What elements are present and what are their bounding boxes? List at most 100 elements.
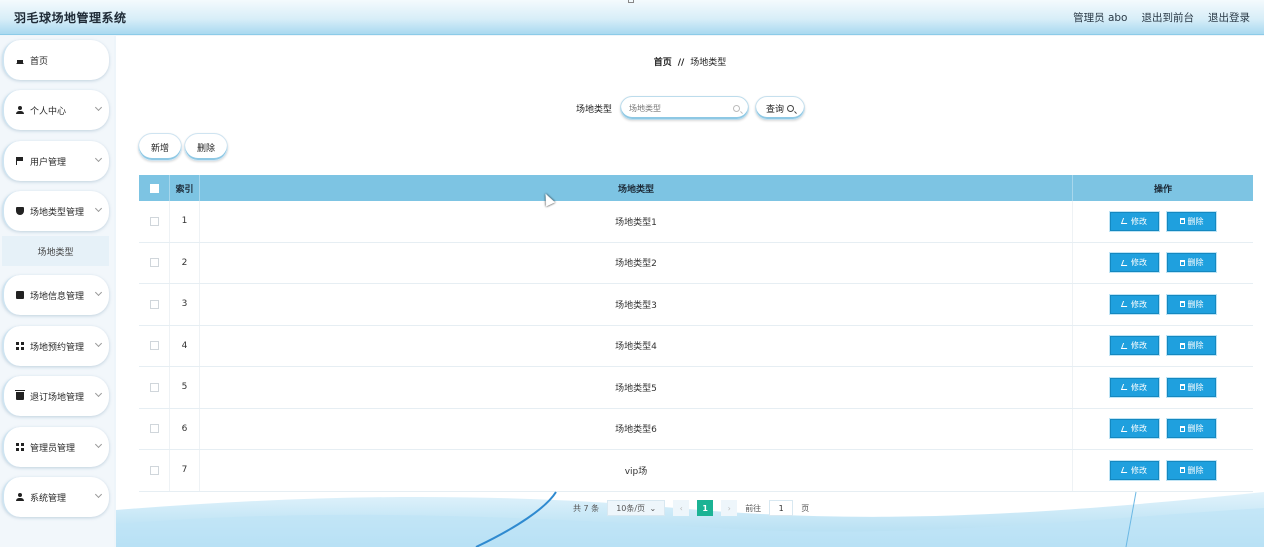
sidebar-item-user-management[interactable]: 用户管理 xyxy=(2,141,109,181)
row-checkbox[interactable] xyxy=(149,258,159,268)
cell-index: 6 xyxy=(169,408,199,449)
edit-button[interactable]: 修改 xyxy=(1110,460,1159,480)
chevron-down-icon xyxy=(94,103,103,112)
sidebar-item-system-management[interactable]: 系统管理 xyxy=(2,477,109,517)
edit-label: 修改 xyxy=(1131,341,1147,351)
cell-operations: 修改 删除 xyxy=(1072,201,1253,242)
header-index: 索引 xyxy=(169,175,199,201)
sidebar-item-venue-type-management[interactable]: 场地类型管理 xyxy=(2,191,109,231)
breadcrumb-current: 场地类型 xyxy=(690,58,727,68)
add-button[interactable]: 新增 xyxy=(138,133,183,161)
cell-index: 1 xyxy=(169,201,199,242)
sidebar-item-personal-center[interactable]: 个人中心 xyxy=(2,90,109,130)
search-bar: 场地类型 查询 xyxy=(576,96,806,120)
edit-icon xyxy=(1120,384,1130,391)
table-row: 2 场地类型2 修改 删除 xyxy=(139,242,1253,284)
sidebar-item-booking-management[interactable]: 场地预约管理 xyxy=(2,326,109,366)
sidebar: 首页 个人中心 用户管理 场地类型管理 场地类型 场地信息管理 场地预约管理 退… xyxy=(0,36,114,547)
query-button-label: 查询 xyxy=(766,104,785,115)
chevron-down-icon xyxy=(94,440,103,449)
table-body: 1 场地类型1 修改 删除 2 场地类型2 修改 删除 3 场地类型3 修改 删除 4 场地类型4 修改 删除… xyxy=(139,201,1253,492)
trash-icon xyxy=(1179,218,1185,225)
edit-icon xyxy=(1120,259,1130,266)
trash-icon xyxy=(1179,342,1185,349)
cell-operations: 修改 删除 xyxy=(1072,367,1253,408)
row-checkbox[interactable] xyxy=(149,299,159,309)
batch-delete-button[interactable]: 删除 xyxy=(184,133,229,161)
edit-button[interactable]: 修改 xyxy=(1110,211,1159,231)
row-checkbox[interactable] xyxy=(149,465,159,475)
delete-button[interactable]: 删除 xyxy=(1167,211,1216,231)
chevron-down-icon xyxy=(94,204,103,213)
edit-label: 修改 xyxy=(1131,299,1147,309)
edit-label: 修改 xyxy=(1131,382,1147,392)
search-input[interactable] xyxy=(629,103,730,113)
edit-icon xyxy=(1120,218,1130,225)
cell-index: 5 xyxy=(169,367,199,408)
query-button[interactable]: 查询 xyxy=(755,96,806,120)
edit-button[interactable]: 修改 xyxy=(1110,419,1159,439)
sidebar-item-cancel-booking-management[interactable]: 退订场地管理 xyxy=(2,376,109,416)
sidebar-item-home[interactable]: 首页 xyxy=(2,40,109,80)
grid-icon xyxy=(16,342,24,350)
cell-index: 3 xyxy=(169,284,199,325)
sidebar-item-venue-info-management[interactable]: 场地信息管理 xyxy=(2,275,109,315)
delete-label: 删除 xyxy=(1187,382,1204,392)
header-venue-type: 场地类型 xyxy=(199,175,1072,201)
breadcrumb: 首页 // 场地类型 xyxy=(116,55,1264,68)
row-checkbox[interactable] xyxy=(149,382,159,392)
header-links: 管理员 abo 退出到前台 退出登录 xyxy=(1073,10,1250,25)
cell-venue-type: vip场 xyxy=(199,450,1072,491)
edit-button[interactable]: 修改 xyxy=(1110,377,1159,397)
row-checkbox[interactable] xyxy=(149,341,159,351)
breadcrumb-home[interactable]: 首页 xyxy=(654,58,672,68)
next-page-button[interactable]: › xyxy=(721,500,738,516)
breadcrumb-separator: // xyxy=(677,58,685,68)
row-checkbox[interactable] xyxy=(149,216,159,226)
page-size-select[interactable]: 10条/页 ⌄ xyxy=(607,500,666,516)
row-checkbox[interactable] xyxy=(149,424,159,434)
goto-page-input[interactable]: 1 xyxy=(769,500,794,516)
delete-label: 删除 xyxy=(1187,299,1204,309)
sidebar-item-label: 管理员管理 xyxy=(30,443,76,454)
cell-index: 2 xyxy=(169,242,199,283)
edit-button[interactable]: 修改 xyxy=(1110,336,1159,356)
edit-label: 修改 xyxy=(1131,216,1147,226)
edit-label: 修改 xyxy=(1131,424,1147,434)
delete-label: 删除 xyxy=(1187,465,1204,475)
table-row: 1 场地类型1 修改 删除 xyxy=(139,201,1253,243)
sidebar-item-admin-management[interactable]: 管理员管理 xyxy=(2,427,109,467)
cell-venue-type: 场地类型2 xyxy=(199,242,1072,283)
page-number-current[interactable]: 1 xyxy=(697,500,714,516)
delete-label: 删除 xyxy=(1187,424,1204,434)
delete-button[interactable]: 删除 xyxy=(1167,336,1216,356)
current-user: 管理员 abo xyxy=(1073,12,1128,24)
goto-label: 前往 xyxy=(745,503,762,513)
grid-icon xyxy=(16,443,24,451)
delete-button[interactable]: 删除 xyxy=(1167,377,1216,397)
delete-label: 删除 xyxy=(1187,341,1204,351)
table-header: 索引 场地类型 操作 xyxy=(139,175,1253,201)
header-operations: 操作 xyxy=(1072,175,1253,201)
checkbox-icon xyxy=(16,291,24,299)
trash-icon xyxy=(15,390,25,400)
delete-button[interactable]: 删除 xyxy=(1167,419,1216,439)
chevron-down-icon xyxy=(94,154,103,163)
delete-button[interactable]: 删除 xyxy=(1167,294,1216,314)
delete-button[interactable]: 删除 xyxy=(1167,460,1216,480)
sidebar-item-label: 退订场地管理 xyxy=(30,392,85,403)
cell-venue-type: 场地类型6 xyxy=(199,408,1072,449)
search-field[interactable] xyxy=(620,96,750,120)
main-content: 首页//场地类型 场地类型 查询 新增 删除 索引 场地类型 操作 1场地类型1… xyxy=(116,36,1264,547)
edit-button[interactable]: 修改 xyxy=(1110,294,1159,314)
prev-page-button[interactable]: ‹ xyxy=(673,500,690,516)
select-all-checkbox[interactable] xyxy=(149,183,159,193)
exit-to-front-link[interactable]: 退出到前台 xyxy=(1142,10,1195,25)
edit-button[interactable]: 修改 xyxy=(1110,253,1159,273)
logout-link[interactable]: 退出登录 xyxy=(1208,10,1250,25)
delete-button[interactable]: 删除 xyxy=(1167,253,1216,273)
sidebar-subitem-venue-type[interactable]: 场地类型 xyxy=(2,236,109,266)
cell-operations: 修改 删除 xyxy=(1072,284,1253,325)
trash-icon xyxy=(1179,301,1185,308)
table-row: 6 场地类型6 修改 删除 xyxy=(139,408,1253,450)
